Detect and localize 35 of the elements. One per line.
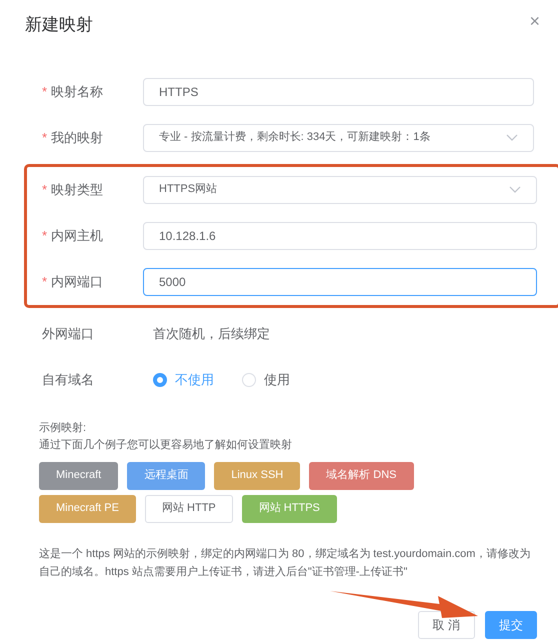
required-mark: * [42, 226, 48, 245]
field-value: 首次随机，后续绑定 [152, 324, 270, 343]
description-text: 这是一个 https 网站的示例映射，绑定的内网端口为 80，绑定域名为 test.yourdomain.com，请修改为自己的域名。https 站点需要用户上传证书，请进入后台"证书管理-上传证书" [38, 546, 532, 580]
example-button[interactable]: Linux SSH [214, 462, 300, 490]
close-button[interactable]: × [525, 12, 544, 30]
example-button[interactable]: Minecraft [39, 462, 118, 490]
chevron-down-icon [509, 186, 521, 193]
required-mark: * [42, 82, 48, 101]
field-label: 内网端口 [51, 272, 104, 291]
select-field[interactable]: 专业 - 按流量计费，剩余时长: 334天，可新建映射：1条 [143, 124, 534, 152]
field-label: 自有域名 [42, 370, 94, 389]
example-button[interactable]: 域名解析 DNS [309, 462, 414, 490]
dialog-title: 新建映射 [25, 14, 93, 36]
field-label: 外网端口 [42, 324, 94, 343]
example-button[interactable]: 远程桌面 [127, 462, 206, 490]
select-field[interactable]: HTTPS网站 [143, 176, 537, 204]
required-mark: * [42, 272, 48, 291]
examples-title: 示例映射: [39, 420, 88, 436]
example-button[interactable]: 网站 HTTPS [242, 494, 337, 522]
required-mark: * [42, 180, 48, 199]
chevron-down-icon [506, 134, 518, 141]
radio-option[interactable]: 使用 [242, 370, 290, 390]
example-button[interactable]: Minecraft PE [39, 494, 136, 522]
input-field[interactable]: 5000 [143, 268, 537, 296]
field-label: 映射类型 [51, 180, 104, 199]
example-button[interactable]: 网站 HTTP [144, 494, 233, 522]
field-label: 内网主机 [51, 226, 104, 245]
examples-subtitle: 通过下面几个例子您可以更容易地了解如何设置映射 [39, 438, 293, 452]
field-label: 映射名称 [51, 82, 104, 101]
input-field[interactable]: 10.128.1.6 [143, 222, 537, 250]
required-mark: * [42, 128, 48, 147]
radio-option[interactable]: 不使用 [153, 370, 214, 390]
field-label: 我的映射 [51, 128, 104, 147]
input-field[interactable]: HTTPS [143, 78, 534, 106]
submit-button[interactable]: 提交 [485, 610, 537, 638]
